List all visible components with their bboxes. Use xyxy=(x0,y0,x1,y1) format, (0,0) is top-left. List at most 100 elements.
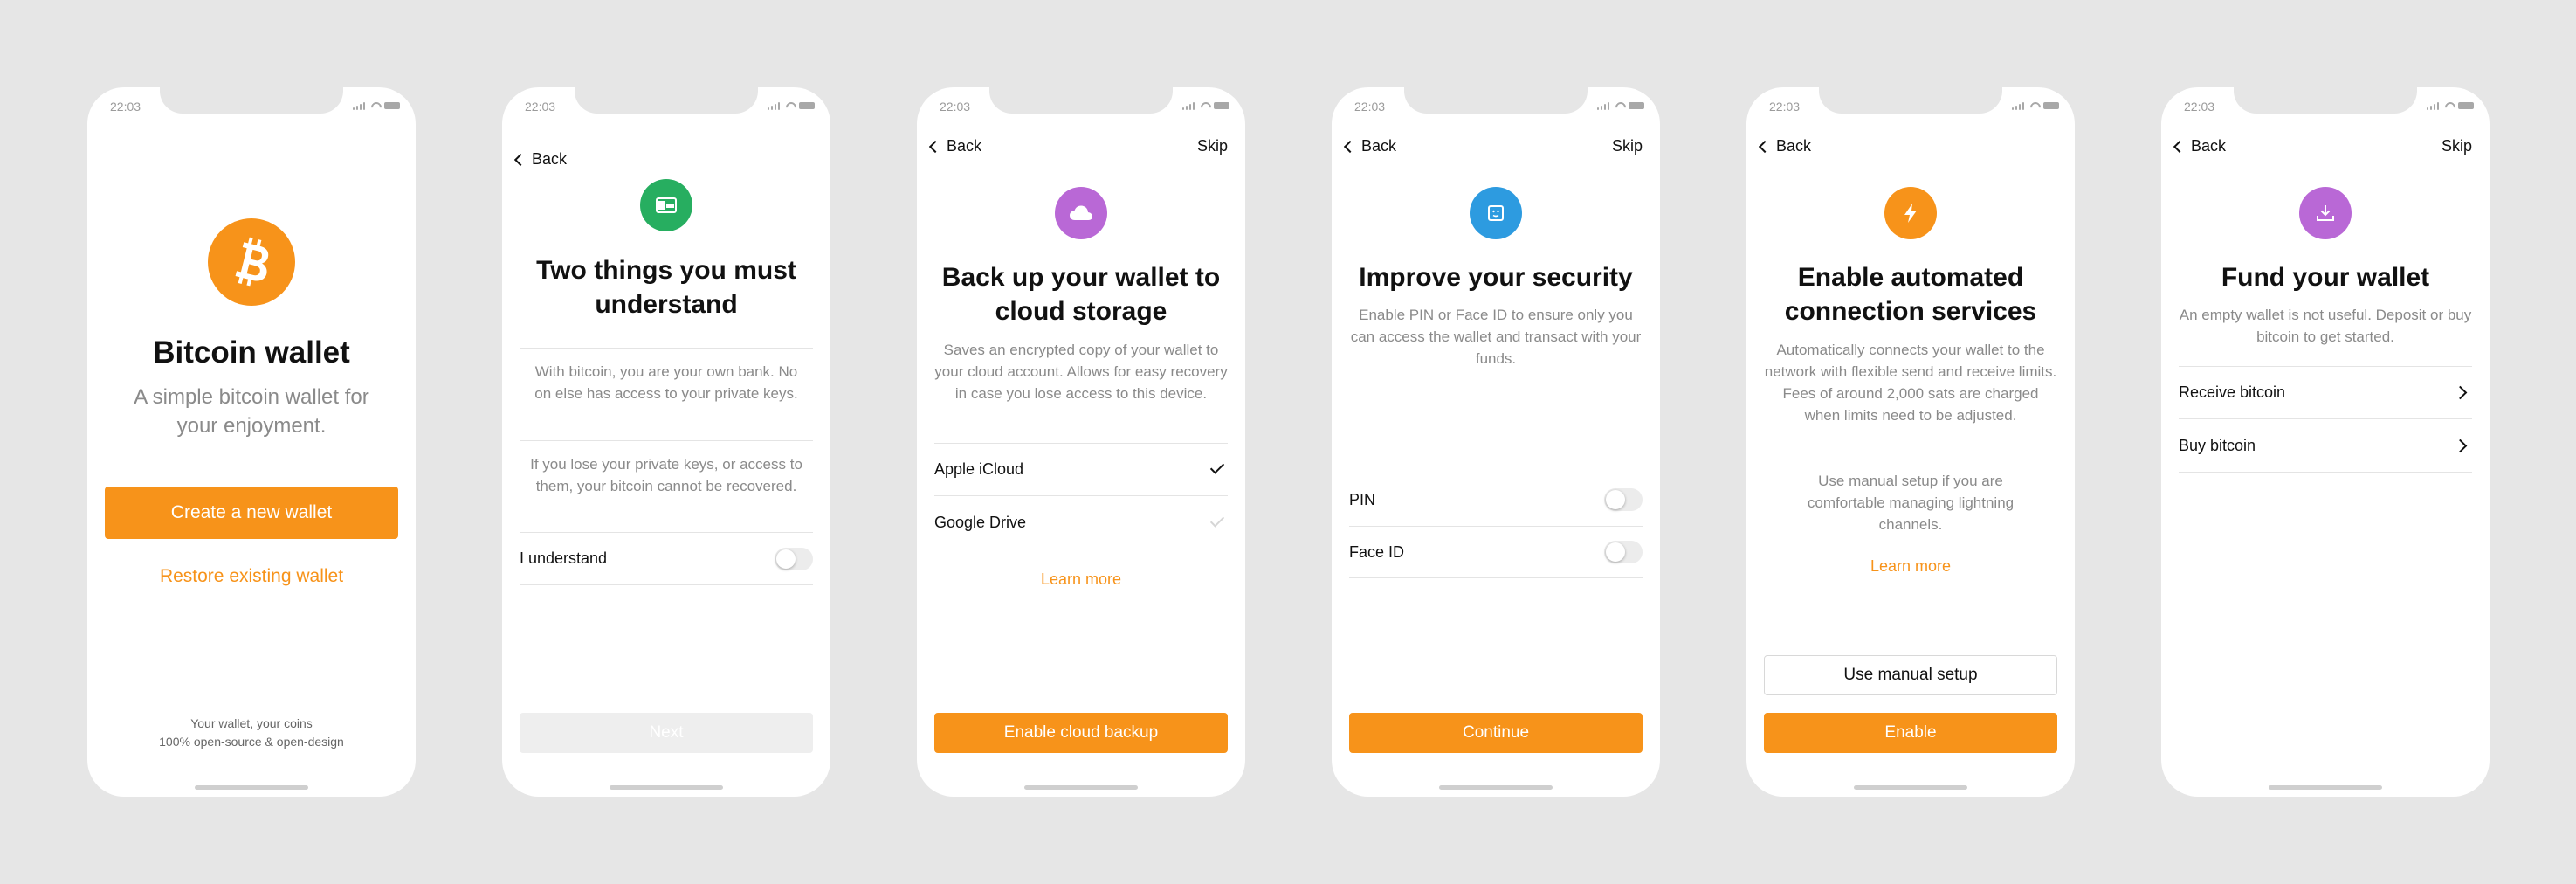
status-icons xyxy=(767,101,815,110)
notch xyxy=(1404,87,1588,114)
wifi-icon xyxy=(2443,101,2454,110)
divider xyxy=(520,348,813,349)
option-row-google-drive[interactable]: Google Drive xyxy=(934,496,1228,549)
chevron-left-icon xyxy=(2173,140,2187,153)
back-button[interactable]: Back xyxy=(1343,137,1397,155)
signal-icon xyxy=(1596,101,1609,110)
home-indicator xyxy=(195,785,308,790)
battery-icon xyxy=(1214,102,1229,109)
page-title: Improve your security xyxy=(1359,263,1633,292)
understand-toggle[interactable] xyxy=(775,547,813,570)
option-row-icloud[interactable]: Apple iCloud xyxy=(934,443,1228,496)
wallet-icon xyxy=(640,179,692,231)
backup-screen: 22:03 Back Skip Back up your wallet to c… xyxy=(917,87,1245,797)
wifi-icon xyxy=(2028,101,2039,110)
status-icons xyxy=(1596,101,1644,110)
status-time: 22:03 xyxy=(110,100,141,114)
connection-screen: 22:03 Back Enable automated connection s… xyxy=(1746,87,2075,797)
chevron-left-icon xyxy=(513,153,527,166)
home-indicator xyxy=(2269,785,2382,790)
pin-toggle-row[interactable]: PIN xyxy=(1349,473,1643,527)
status-time: 22:03 xyxy=(2184,100,2215,114)
footer: Your wallet, your coins 100% open-source… xyxy=(105,715,398,751)
next-button[interactable]: Next xyxy=(520,713,813,753)
status-icons xyxy=(2011,101,2059,110)
status-time: 22:03 xyxy=(525,100,556,114)
wifi-icon xyxy=(1199,101,1209,110)
fund-screen: 22:03 Back Skip Fund your wallet An empt… xyxy=(2161,87,2490,797)
signal-icon xyxy=(1181,101,1195,110)
learn-more-link[interactable]: Learn more xyxy=(1764,557,2057,576)
option-label: PIN xyxy=(1349,490,1376,508)
warning-paragraph: If you lose your private keys, or access… xyxy=(530,456,802,494)
notch xyxy=(575,87,758,114)
signal-icon xyxy=(352,101,365,110)
restore-wallet-link[interactable]: Restore existing wallet xyxy=(105,566,398,587)
wifi-icon xyxy=(1614,101,1624,110)
home-indicator xyxy=(610,785,723,790)
back-label: Back xyxy=(947,137,982,155)
skip-button[interactable]: Skip xyxy=(1197,137,1228,155)
page-title: Back up your wallet to cloud storage xyxy=(941,263,1221,326)
description: Enable PIN or Face ID to ensure only you… xyxy=(1350,307,1642,367)
manual-setup-button[interactable]: Use manual setup xyxy=(1764,655,2057,695)
wifi-icon xyxy=(784,101,795,110)
chevron-right-icon xyxy=(2453,439,2468,452)
pin-toggle[interactable] xyxy=(1604,488,1643,511)
chevron-left-icon xyxy=(1343,140,1357,153)
cloud-icon xyxy=(1055,187,1107,239)
create-wallet-button[interactable]: Create a new wallet xyxy=(105,487,398,539)
buy-bitcoin-row[interactable]: Buy bitcoin xyxy=(2179,419,2472,473)
download-icon xyxy=(2299,187,2352,239)
skip-button[interactable]: Skip xyxy=(1612,137,1643,155)
back-button[interactable]: Back xyxy=(1758,137,1812,155)
chevron-left-icon xyxy=(928,140,942,153)
battery-icon xyxy=(2458,102,2474,109)
status-icons xyxy=(1181,101,1229,110)
chevron-right-icon xyxy=(2453,385,2468,400)
option-label: Receive bitcoin xyxy=(2179,383,2286,401)
understand-screen: 22:03 Back Two things you must understan… xyxy=(502,87,830,797)
status-time: 22:03 xyxy=(1354,100,1386,114)
toggle-label: I understand xyxy=(520,549,608,567)
option-label: Apple iCloud xyxy=(934,460,1024,478)
home-indicator xyxy=(1024,785,1138,790)
battery-icon xyxy=(799,102,815,109)
face-id-toggle[interactable] xyxy=(1604,541,1643,563)
enable-cloud-backup-button[interactable]: Enable cloud backup xyxy=(934,713,1228,753)
security-screen: 22:03 Back Skip Improve your security En… xyxy=(1332,87,1660,797)
description: Automatically connects your wallet to th… xyxy=(1764,342,2057,424)
face-id-toggle-row[interactable]: Face ID xyxy=(1349,527,1643,578)
back-label: Back xyxy=(1776,137,1812,155)
status-time: 22:03 xyxy=(1769,100,1801,114)
signal-icon xyxy=(2426,101,2439,110)
continue-button[interactable]: Continue xyxy=(1349,713,1643,753)
back-label: Back xyxy=(1361,137,1397,155)
description: Saves an encrypted copy of your wallet t… xyxy=(934,342,1228,402)
status-icons xyxy=(352,101,400,110)
notch xyxy=(989,87,1173,114)
back-button[interactable]: Back xyxy=(928,137,982,155)
checkmark-icon xyxy=(1209,459,1225,474)
notch xyxy=(2234,87,2417,114)
option-label: Buy bitcoin xyxy=(2179,436,2256,454)
option-label: Face ID xyxy=(1349,542,1405,561)
notch xyxy=(1819,87,2002,114)
understand-toggle-row[interactable]: I understand xyxy=(520,532,813,585)
bitcoin-logo-icon xyxy=(208,218,295,306)
page-title: Enable automated connection services xyxy=(1784,263,2037,326)
battery-icon xyxy=(1629,102,1644,109)
skip-button[interactable]: Skip xyxy=(2442,137,2472,155)
enable-button[interactable]: Enable xyxy=(1764,713,2057,753)
back-button[interactable]: Back xyxy=(513,150,567,169)
page-title: Two things you must understand xyxy=(536,256,796,319)
wifi-icon xyxy=(369,101,380,110)
welcome-screen: 22:03 Bitcoin wallet A simple bitcoin wa… xyxy=(87,87,416,797)
description: An empty wallet is not useful. Deposit o… xyxy=(2179,307,2472,345)
learn-more-link[interactable]: Learn more xyxy=(934,570,1228,589)
info-paragraph: With bitcoin, you are your own bank. No … xyxy=(534,363,798,402)
checkmark-icon xyxy=(1209,512,1225,528)
receive-bitcoin-row[interactable]: Receive bitcoin xyxy=(2179,366,2472,419)
page-title: Fund your wallet xyxy=(2221,263,2430,292)
back-button[interactable]: Back xyxy=(2173,137,2226,155)
